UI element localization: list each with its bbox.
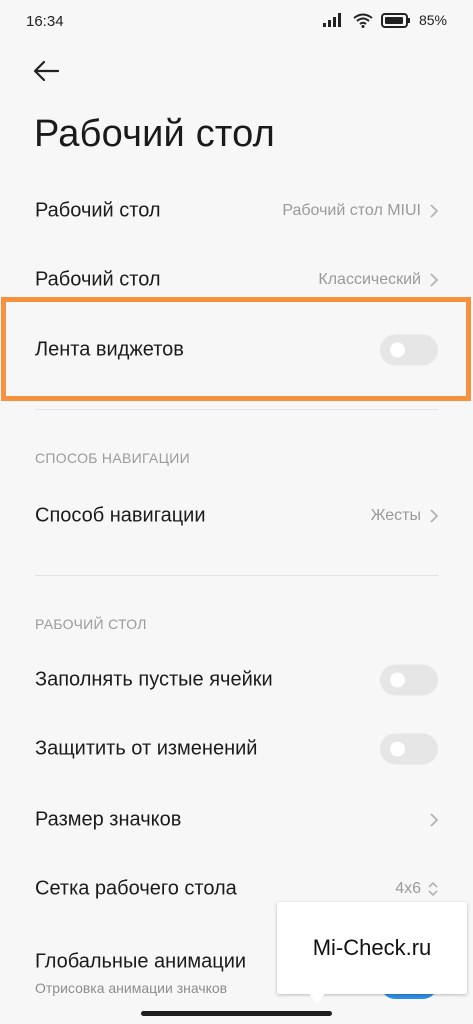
navigation-method-row[interactable]: Способ навигации Жесты (0, 486, 473, 546)
home-indicator[interactable] (141, 1011, 332, 1016)
divider (35, 409, 438, 410)
row-label: Заполнять пустые ячейки (35, 668, 273, 691)
row-label: Способ навигации (35, 504, 206, 527)
section-header-navigation: СПОСОБ НАВИГАЦИИ (35, 450, 190, 466)
divider (35, 575, 438, 576)
signal-icon (322, 13, 341, 27)
protect-changes-row: Защитить от изменений (0, 719, 473, 779)
row-value: Рабочий стол MIUI (282, 202, 421, 219)
toggle-knob (390, 741, 405, 757)
wifi-icon (353, 13, 373, 28)
callout-tail (308, 992, 326, 1004)
row-label: Рабочий стол (35, 268, 161, 291)
chevron-right-icon (430, 813, 439, 827)
section-header-desktop: РАБОЧИЙ СТОЛ (35, 616, 147, 632)
arrow-left-icon (33, 60, 60, 82)
toggle-knob (390, 672, 405, 688)
watermark-callout: Mi-Check.ru (277, 902, 467, 994)
status-bar: 16:34 85% (0, 0, 473, 44)
chevron-right-icon (430, 273, 439, 287)
highlight-frame (1, 297, 471, 401)
chevron-right-icon (430, 204, 439, 218)
status-icons: 85% (315, 12, 447, 28)
battery-icon (380, 12, 410, 28)
icon-size-row[interactable]: Размер значков (0, 790, 473, 850)
protect-changes-toggle[interactable] (380, 733, 438, 765)
row-value: Классический (318, 271, 421, 288)
back-button[interactable] (30, 56, 64, 86)
desktop-mode-row[interactable]: Рабочий стол Рабочий стол MIUI (0, 181, 473, 241)
row-label: Рабочий стол (35, 199, 161, 222)
fill-empty-cells-row: Заполнять пустые ячейки (0, 650, 473, 710)
row-label: Размер значков (35, 808, 182, 831)
row-label: Сетка рабочего стола (35, 877, 237, 900)
chevron-up-down-icon (428, 881, 438, 897)
watermark-text: Mi-Check.ru (312, 935, 432, 960)
battery-percent: 85% (418, 12, 447, 28)
row-label: Глобальные анимации (35, 950, 247, 973)
row-value: 4x6 (395, 880, 421, 897)
fill-empty-cells-toggle[interactable] (380, 664, 438, 696)
row-sublabel: Отрисовка анимации значков (35, 980, 228, 996)
page-title: Рабочий стол (34, 113, 275, 155)
status-time: 16:34 (26, 13, 64, 30)
chevron-right-icon (430, 509, 439, 523)
row-value: Жесты (370, 507, 421, 524)
row-label: Защитить от изменений (35, 737, 258, 760)
